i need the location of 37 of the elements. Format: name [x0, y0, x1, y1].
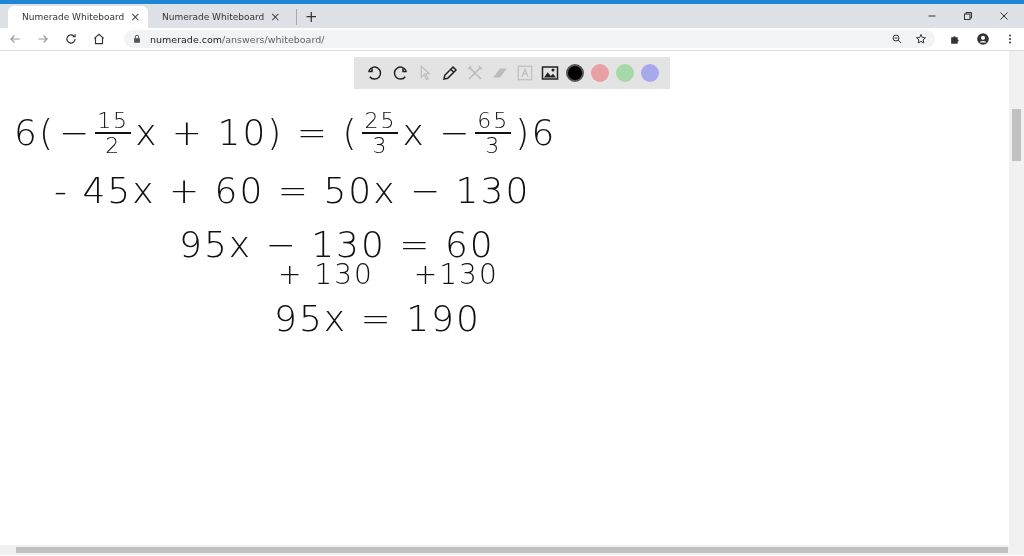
home-icon[interactable] — [92, 32, 106, 46]
restore-icon[interactable] — [962, 10, 974, 22]
zoom-icon[interactable] — [891, 33, 903, 45]
vertical-scrollbar[interactable] — [1009, 51, 1024, 545]
close-tab-button[interactable]: × — [130, 10, 141, 24]
close-tab-button[interactable]: × — [270, 10, 281, 24]
handwritten-math: )6 — [515, 113, 557, 153]
profile-icon[interactable] — [976, 32, 990, 46]
image-icon[interactable] — [540, 64, 559, 82]
close-icon[interactable] — [998, 10, 1010, 22]
handwritten-math: + 130 — [278, 260, 374, 292]
new-tab-button[interactable]: + — [296, 9, 318, 25]
handwritten-math: x + 10) = ( — [135, 113, 359, 153]
lock-icon — [132, 34, 142, 44]
url-text: numerade.com/answers/whiteboard/ — [150, 33, 325, 45]
color-swatch[interactable] — [640, 64, 659, 82]
star-icon[interactable] — [915, 33, 927, 45]
handwritten-math: − — [58, 113, 92, 153]
handwritten-math: +130 — [413, 260, 499, 292]
pencil-icon[interactable] — [440, 64, 459, 82]
handwritten-math: 95x = 190 — [274, 299, 481, 339]
color-swatch[interactable] — [615, 64, 634, 82]
color-swatch[interactable] — [565, 64, 584, 82]
undo-icon[interactable] — [365, 64, 384, 82]
color-swatch[interactable] — [590, 64, 609, 82]
handwritten-fraction: 25 3 — [362, 109, 399, 158]
handwritten-fraction: 65 3 — [475, 109, 512, 158]
reload-icon[interactable] — [64, 32, 78, 46]
browser-tab[interactable]: Numerade Whiteboard × — [8, 6, 148, 28]
address-bar[interactable]: numerade.com/answers/whiteboard/ — [124, 30, 935, 48]
handwritten-math: - 45x + 60 = 50x − 130 — [54, 171, 531, 211]
handwritten-math: 6( — [14, 113, 55, 153]
handwritten-math: x − — [402, 113, 472, 153]
horizontal-scrollbar[interactable] — [0, 545, 1024, 555]
browser-tab[interactable]: Numerade Whiteboard × — [148, 6, 288, 28]
handwritten-fraction: 15 2 — [95, 109, 132, 158]
back-arrow-icon[interactable] — [8, 32, 22, 46]
